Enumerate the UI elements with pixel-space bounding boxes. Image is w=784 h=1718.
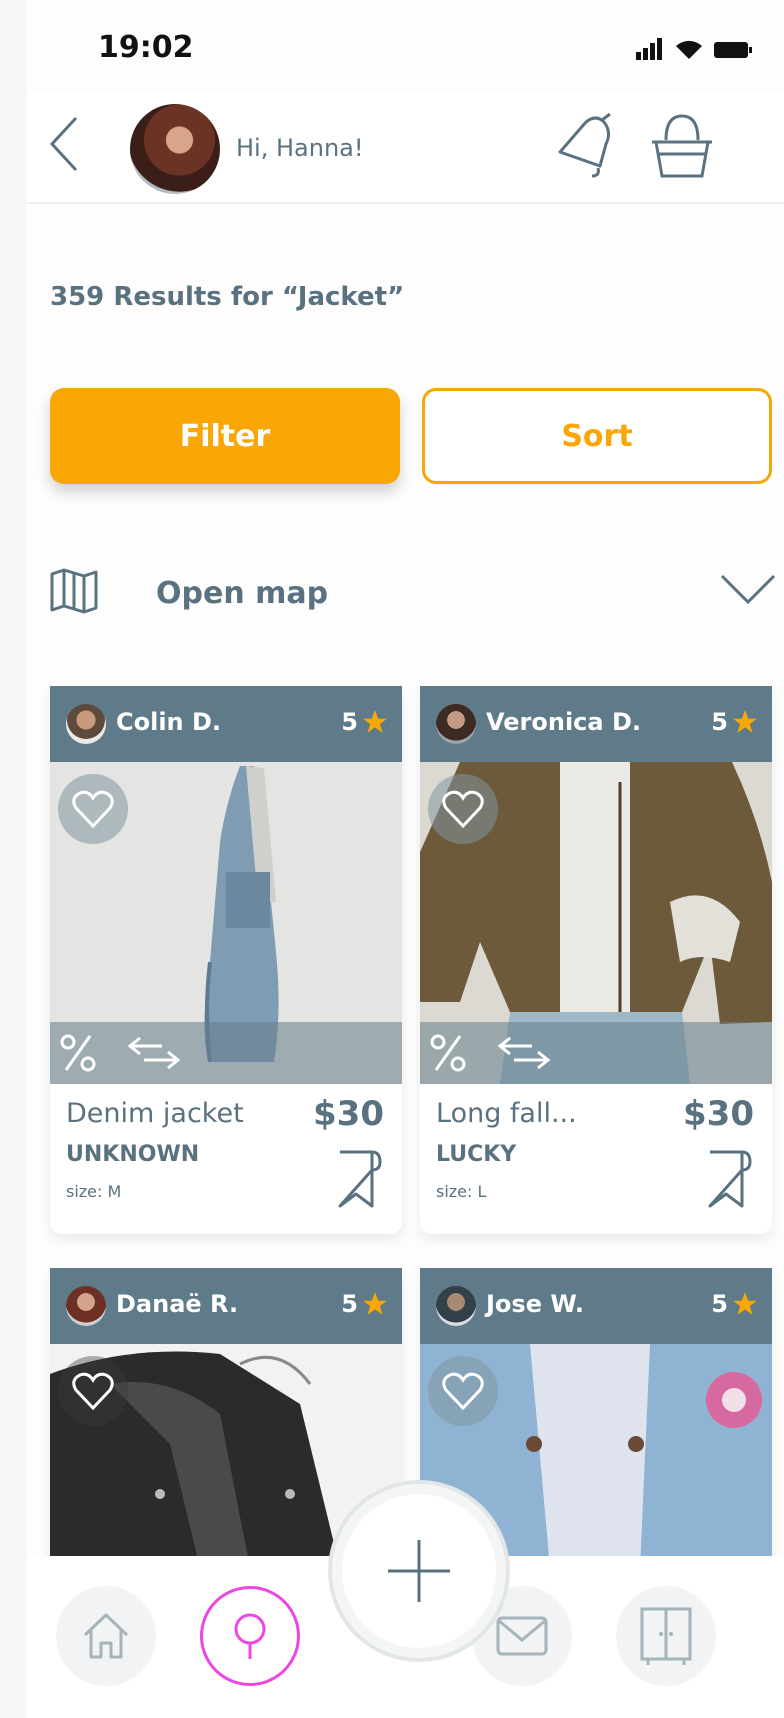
rating: 5 <box>711 708 758 736</box>
open-map-label: Open map <box>156 576 329 611</box>
favorite-button[interactable] <box>428 1356 498 1426</box>
nav-home[interactable] <box>56 1586 156 1686</box>
rating-value: 5 <box>341 708 358 736</box>
battery-icon <box>714 42 752 58</box>
bookmark-icon[interactable] <box>338 1150 382 1208</box>
back-icon[interactable] <box>46 114 80 174</box>
swap-icon[interactable] <box>126 1034 182 1072</box>
seller-avatar <box>66 704 106 744</box>
plus-icon <box>388 1540 450 1602</box>
heart-icon <box>72 1372 114 1410</box>
star-icon <box>733 1292 757 1315</box>
card-tools-bar <box>420 1022 772 1084</box>
rating-value: 5 <box>341 1290 358 1318</box>
results-count: 359 Results for “Jacket” <box>50 282 405 312</box>
card-body: Denim jacket $30 UNKNOWN size: M <box>50 1084 402 1234</box>
avatar[interactable] <box>130 104 220 194</box>
item-price: $30 <box>683 1094 754 1134</box>
product-image[interactable] <box>50 1344 402 1568</box>
product-image[interactable] <box>420 762 772 1084</box>
favorite-button[interactable] <box>58 1356 128 1426</box>
favorite-button[interactable] <box>428 774 498 844</box>
discount-icon[interactable] <box>430 1034 466 1072</box>
greeting: Hi, Hanna! <box>236 134 364 162</box>
wifi-icon <box>676 40 702 59</box>
header-bar: Hi, Hanna! <box>26 92 784 204</box>
item-size: size: M <box>66 1182 122 1201</box>
signal-icon <box>636 38 662 60</box>
app-screen: 19:02 Hi, Hanna! 359 Results for “Jacket… <box>26 0 784 1718</box>
sort-button[interactable]: Sort <box>422 388 772 484</box>
listing-card[interactable]: Veronica D. 5 Long fall... $30 LUCKY siz… <box>420 686 772 1234</box>
status-time: 19:02 <box>98 30 194 65</box>
rating: 5 <box>711 1290 758 1318</box>
swap-icon[interactable] <box>496 1034 552 1072</box>
product-image[interactable] <box>50 762 402 1084</box>
star-icon <box>733 710 757 733</box>
nav-wardrobe[interactable] <box>616 1586 716 1686</box>
card-body: Long fall... $30 LUCKY size: L <box>420 1084 772 1234</box>
open-map-row[interactable]: Open map <box>50 568 776 618</box>
left-edge <box>0 0 26 1718</box>
discount-icon[interactable] <box>60 1034 96 1072</box>
bookmark-icon[interactable] <box>708 1150 752 1208</box>
card-tools-bar <box>50 1022 402 1084</box>
seller-name: Danaë R. <box>116 1290 239 1318</box>
wardrobe-icon <box>640 1607 692 1665</box>
card-header: Jose W. 5 <box>420 1268 772 1344</box>
favorite-button[interactable] <box>58 774 128 844</box>
nav-search[interactable] <box>200 1586 300 1686</box>
item-size: size: L <box>436 1182 487 1201</box>
rating: 5 <box>341 1290 388 1318</box>
status-icons <box>636 38 754 60</box>
map-icon <box>50 568 98 614</box>
home-icon <box>83 1613 129 1659</box>
basket-icon[interactable] <box>650 110 714 180</box>
item-price: $30 <box>313 1094 384 1134</box>
chevron-down-icon[interactable] <box>720 574 776 606</box>
seller-name: Veronica D. <box>486 708 641 736</box>
card-header: Veronica D. 5 <box>420 686 772 762</box>
listing-card[interactable]: Colin D. 5 Denim jacket $30 UNKNOWN size… <box>50 686 402 1234</box>
heart-icon <box>442 1372 484 1410</box>
card-header: Colin D. 5 <box>50 686 402 762</box>
star-icon <box>363 710 387 733</box>
heart-icon <box>72 790 114 828</box>
item-brand: UNKNOWN <box>66 1142 200 1167</box>
item-brand: LUCKY <box>436 1142 517 1167</box>
rating-value: 5 <box>711 1290 728 1318</box>
item-name: Long fall... <box>436 1098 577 1129</box>
seller-avatar <box>436 704 476 744</box>
card-header: Danaë R. 5 <box>50 1268 402 1344</box>
rating: 5 <box>341 708 388 736</box>
star-icon <box>363 1292 387 1315</box>
rating-value: 5 <box>711 708 728 736</box>
mail-icon <box>496 1616 548 1656</box>
search-icon <box>234 1613 266 1659</box>
item-name: Denim jacket <box>66 1098 244 1129</box>
add-listing-button[interactable] <box>342 1494 496 1648</box>
bell-icon[interactable] <box>552 110 620 182</box>
seller-name: Jose W. <box>486 1290 584 1318</box>
heart-icon <box>442 790 484 828</box>
filter-button[interactable]: Filter <box>50 388 400 484</box>
seller-avatar <box>66 1286 106 1326</box>
listing-card[interactable]: Danaë R. 5 <box>50 1268 402 1568</box>
seller-avatar <box>436 1286 476 1326</box>
seller-name: Colin D. <box>116 708 222 736</box>
